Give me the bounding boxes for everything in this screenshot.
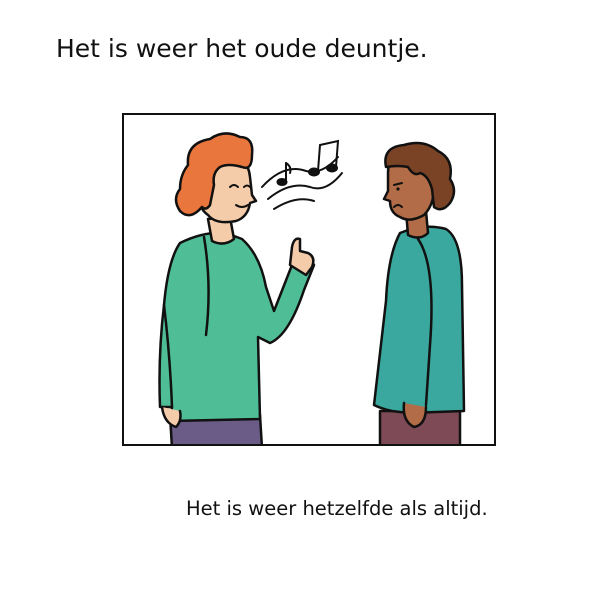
music-notes-icon — [261, 139, 343, 210]
right-shirt — [372, 225, 466, 415]
right-pupil — [396, 187, 400, 191]
illustration-svg — [158, 132, 466, 444]
person-annoyed — [372, 141, 466, 444]
person-humming — [158, 132, 316, 444]
bottom-caption: Het is weer hetzelfde als altijd. — [186, 497, 488, 520]
illustration-panel — [122, 113, 496, 446]
top-caption: Het is weer het oude deuntje. — [56, 34, 428, 63]
